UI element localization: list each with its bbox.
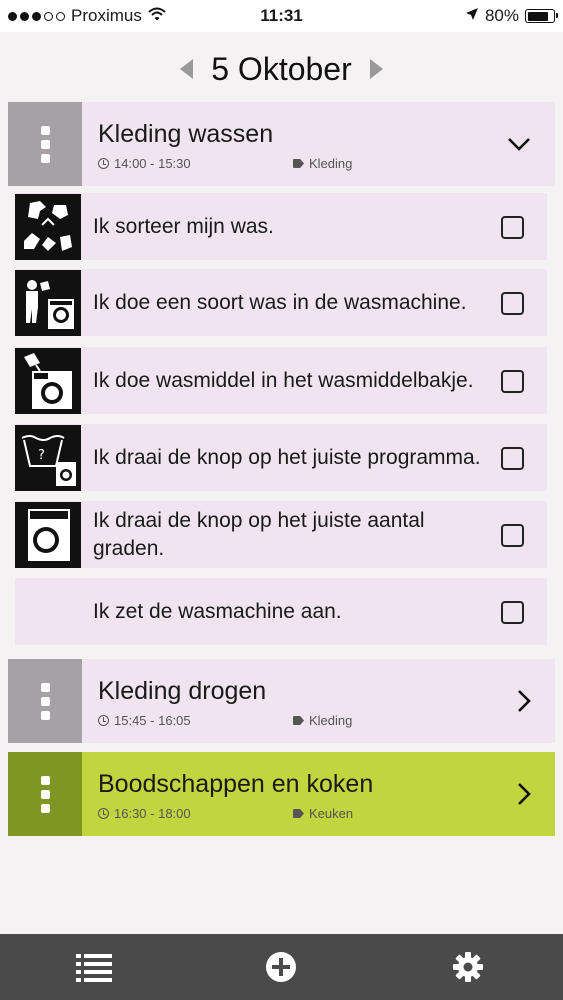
step-item[interactable]: ? Ik draai de knop op het juiste program… <box>15 424 547 491</box>
task-card-kleding-wassen[interactable]: Kleding wassen 14:00 - 15:30 Kleding <box>8 102 555 186</box>
signal-dot <box>44 11 53 21</box>
task-title: Boodschappen en koken <box>98 770 374 798</box>
drag-handle-icon[interactable] <box>8 659 82 743</box>
status-right: 80% <box>465 6 558 26</box>
task-card-kleding-drogen[interactable]: Kleding drogen 15:45 - 16:05 Kleding <box>8 659 555 743</box>
task-tag: Kleding <box>293 713 352 728</box>
task-time-text: 16:30 - 18:00 <box>114 806 191 821</box>
task-title: Kleding wassen <box>98 120 274 148</box>
next-day-arrow-icon[interactable] <box>369 59 383 79</box>
step-checkbox[interactable] <box>501 215 524 239</box>
bottom-tab-bar <box>0 934 563 1000</box>
step-checkbox[interactable] <box>501 523 524 547</box>
chevron-down-icon[interactable] <box>507 102 531 186</box>
drag-handle-icon[interactable] <box>8 102 82 186</box>
loading-washer-pictogram <box>15 269 81 336</box>
task-time: 16:30 - 18:00 <box>98 806 293 821</box>
step-item[interactable]: Ik zet de wasmachine aan. <box>15 578 547 645</box>
step-checkbox[interactable] <box>501 369 524 393</box>
task-body[interactable]: Boodschappen en koken 16:30 - 18:00 Keuk… <box>82 752 555 836</box>
step-checkbox[interactable] <box>501 446 524 470</box>
step-image-placeholder <box>15 579 81 645</box>
wifi-icon <box>148 6 166 26</box>
step-text: Ik draai de knop op het juiste aantal gr… <box>93 508 425 560</box>
step-text: Ik zet de wasmachine aan. <box>93 599 342 623</box>
signal-dot <box>56 11 65 21</box>
task-time: 14:00 - 15:30 <box>98 156 293 171</box>
location-arrow-icon <box>465 6 479 26</box>
washing-machine-pictogram <box>15 501 81 568</box>
clock-icon <box>98 715 109 726</box>
task-time: 15:45 - 16:05 <box>98 713 293 728</box>
date-navigation: 5 Oktober <box>0 44 563 94</box>
clock-icon <box>98 808 109 819</box>
signal-dot <box>20 11 29 21</box>
task-tag: Keuken <box>293 806 353 821</box>
carrier-name: Proximus <box>71 6 142 25</box>
step-checkbox[interactable] <box>501 291 524 315</box>
drag-handle-icon[interactable] <box>8 752 82 836</box>
step-item[interactable]: Ik doe een soort was in de wasmachine. <box>15 269 547 336</box>
step-item[interactable]: Ik doe wasmiddel in het wasmiddelbakje. <box>15 347 547 414</box>
chevron-right-icon[interactable] <box>517 659 531 743</box>
signal-dot <box>32 11 41 21</box>
clock-icon <box>98 158 109 169</box>
task-meta: 15:45 - 16:05 Kleding <box>98 713 555 728</box>
date-label: 5 Oktober <box>211 50 352 87</box>
task-body[interactable]: Kleding wassen 14:00 - 15:30 Kleding <box>82 102 555 186</box>
signal-dot <box>8 11 17 21</box>
task-meta: 14:00 - 15:30 Kleding <box>98 156 555 171</box>
step-item[interactable]: Ik sorteer mijn was. <box>15 193 547 260</box>
detergent-pictogram <box>15 347 81 414</box>
battery-level <box>527 11 548 21</box>
step-text: Ik doe wasmiddel in het wasmiddelbakje. <box>93 368 474 392</box>
svg-text:?: ? <box>38 448 45 463</box>
task-time-text: 15:45 - 16:05 <box>114 713 191 728</box>
task-card-boodschappen-en-koken[interactable]: Boodschappen en koken 16:30 - 18:00 Keuk… <box>8 752 555 836</box>
task-time-text: 14:00 - 15:30 <box>114 156 191 171</box>
step-text: Ik draai de knop op het juiste programma… <box>93 445 481 469</box>
step-item[interactable]: Ik draai de knop op het juiste aantal gr… <box>15 501 547 568</box>
step-text: Ik sorteer mijn was. <box>93 214 274 238</box>
step-checkbox[interactable] <box>501 600 524 624</box>
settings-icon[interactable] <box>450 950 486 984</box>
task-tag-text: Kleding <box>309 156 353 171</box>
tag-icon <box>293 809 304 818</box>
task-meta: 16:30 - 18:00 Keuken <box>98 806 555 821</box>
sorting-laundry-pictogram <box>15 193 81 260</box>
battery-icon <box>525 9 558 23</box>
task-tag-text: Keuken <box>309 806 354 821</box>
chevron-right-icon[interactable] <box>517 752 531 836</box>
tag-icon <box>293 159 304 168</box>
tag-icon <box>293 716 304 725</box>
task-title: Kleding drogen <box>98 677 267 705</box>
list-icon[interactable] <box>76 950 112 984</box>
task-body[interactable]: Kleding drogen 15:45 - 16:05 Kleding <box>82 659 555 743</box>
signal-strength-icon <box>8 11 65 21</box>
program-dial-pictogram: ? <box>15 424 81 491</box>
task-tag-text: Kleding <box>309 713 353 728</box>
step-text: Ik doe een soort was in de wasmachine. <box>93 290 467 314</box>
add-icon[interactable] <box>263 950 299 984</box>
status-bar: Proximus 11:31 80% <box>0 0 563 32</box>
status-left: Proximus <box>8 6 166 26</box>
battery-percentage: 80% <box>484 6 519 25</box>
task-tag: Kleding <box>293 156 352 171</box>
previous-day-arrow-icon[interactable] <box>180 59 194 79</box>
